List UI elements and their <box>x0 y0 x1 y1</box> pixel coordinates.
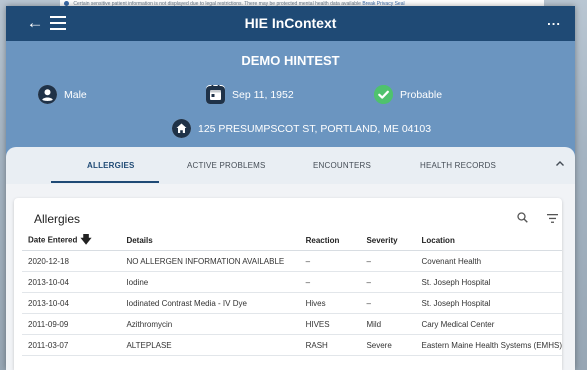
calendar-icon <box>206 85 225 104</box>
cell-severity: – <box>360 292 416 314</box>
cell-details: Azithromycin <box>120 313 300 335</box>
column-header-details[interactable]: Details <box>120 231 300 251</box>
address-value: 125 PRESUMPSCOT ST, PORTLAND, ME 04103 <box>198 122 432 135</box>
dob-value: Sep 11, 1952 <box>232 88 294 101</box>
cell-date: 2011-03-07 <box>22 334 121 356</box>
cell-location: St. Joseph Hospital <box>415 271 562 293</box>
cell-details: NO ALLERGEN INFORMATION AVAILABLE <box>120 250 300 272</box>
cell-reaction: HIVES <box>299 313 361 335</box>
search-icon[interactable] <box>517 212 528 223</box>
chevron-up-icon[interactable] <box>555 159 565 169</box>
card-title: Allergies <box>34 212 81 226</box>
sort-down-icon[interactable]: 🡇 <box>80 231 91 250</box>
app-window: ← HIE InContext ... DEMO HINTEST Male Se… <box>6 6 575 370</box>
patient-dob: Sep 11, 1952 <box>206 85 294 104</box>
cell-details: Iodine <box>120 271 300 293</box>
cell-reaction: RASH <box>299 334 361 356</box>
status-value: Probable <box>400 88 443 101</box>
more-options-icon[interactable]: ... <box>547 13 561 28</box>
tab-active-problems[interactable]: ACTIVE PROBLEMS <box>187 161 266 170</box>
top-app-bar: ← HIE InContext ... <box>6 6 575 41</box>
patient-name: DEMO HINTEST <box>241 53 340 68</box>
cell-date: 2013-10-04 <box>22 271 121 293</box>
allergies-table: Date Entered 🡇 Details Reaction Severity … <box>22 231 562 356</box>
person-circle-icon <box>38 85 57 104</box>
table-row[interactable]: 2020-12-18 NO ALLERGEN INFORMATION AVAIL… <box>22 250 562 272</box>
patient-banner: DEMO HINTEST Male Sep 11, 1952 Probable … <box>6 41 575 157</box>
tab-allergies[interactable]: ALLERGIES <box>87 161 135 170</box>
cell-details: ALTEPLASE <box>120 334 300 356</box>
cell-severity: – <box>360 271 416 293</box>
home-icon <box>172 119 191 138</box>
cell-severity: – <box>360 250 416 272</box>
gender-value: Male <box>64 88 87 101</box>
cell-details: Iodinated Contrast Media - IV Dye <box>120 292 300 314</box>
cell-location: Covenant Health <box>415 250 562 272</box>
cell-severity: Mild <box>360 313 416 335</box>
cell-location: Cary Medical Center <box>415 313 562 335</box>
column-header-severity[interactable]: Severity <box>360 231 416 251</box>
active-tab-indicator <box>51 181 159 183</box>
cell-location: St. Joseph Hospital <box>415 292 562 314</box>
cell-date: 2013-10-04 <box>22 292 121 314</box>
cell-reaction: – <box>299 271 361 293</box>
column-header-reaction[interactable]: Reaction <box>299 231 361 251</box>
tab-encounters[interactable]: ENCOUNTERS <box>313 161 371 170</box>
tab-health-records[interactable]: HEALTH RECORDS <box>420 161 496 170</box>
cell-location: Eastern Maine Health Systems (EMHS) <box>415 334 562 356</box>
cell-date: 2020-12-18 <box>22 250 121 272</box>
patient-gender: Male <box>38 85 87 104</box>
allergies-card: Allergies Date Entered 🡇 Details Reaction… <box>14 198 562 370</box>
cell-reaction: – <box>299 250 361 272</box>
table-row[interactable]: 2011-03-07 ALTEPLASE RASH Severe Eastern… <box>22 334 562 356</box>
table-row[interactable]: 2013-10-04 Iodinated Contrast Media - IV… <box>22 292 562 314</box>
cell-reaction: Hives <box>299 292 361 314</box>
patient-match-status: Probable <box>374 85 442 104</box>
column-header-location[interactable]: Location <box>415 231 562 251</box>
record-tabs: ALLERGIES ACTIVE PROBLEMS ENCOUNTERS HEA… <box>6 147 575 184</box>
check-circle-icon <box>374 85 393 104</box>
column-header-date-entered[interactable]: Date Entered 🡇 <box>22 231 121 251</box>
app-title: HIE InContext <box>244 15 337 31</box>
table-row[interactable]: 2011-09-09 Azithromycin HIVES Mild Cary … <box>22 313 562 335</box>
cell-severity: Severe <box>360 334 416 356</box>
filter-icon[interactable] <box>547 214 558 223</box>
table-row[interactable]: 2013-10-04 Iodine – – St. Joseph Hospita… <box>22 271 562 293</box>
cell-date: 2011-09-09 <box>22 313 121 335</box>
patient-address: 125 PRESUMPSCOT ST, PORTLAND, ME 04103 <box>172 119 431 138</box>
table-header-row: Date Entered 🡇 Details Reaction Severity … <box>22 231 562 251</box>
